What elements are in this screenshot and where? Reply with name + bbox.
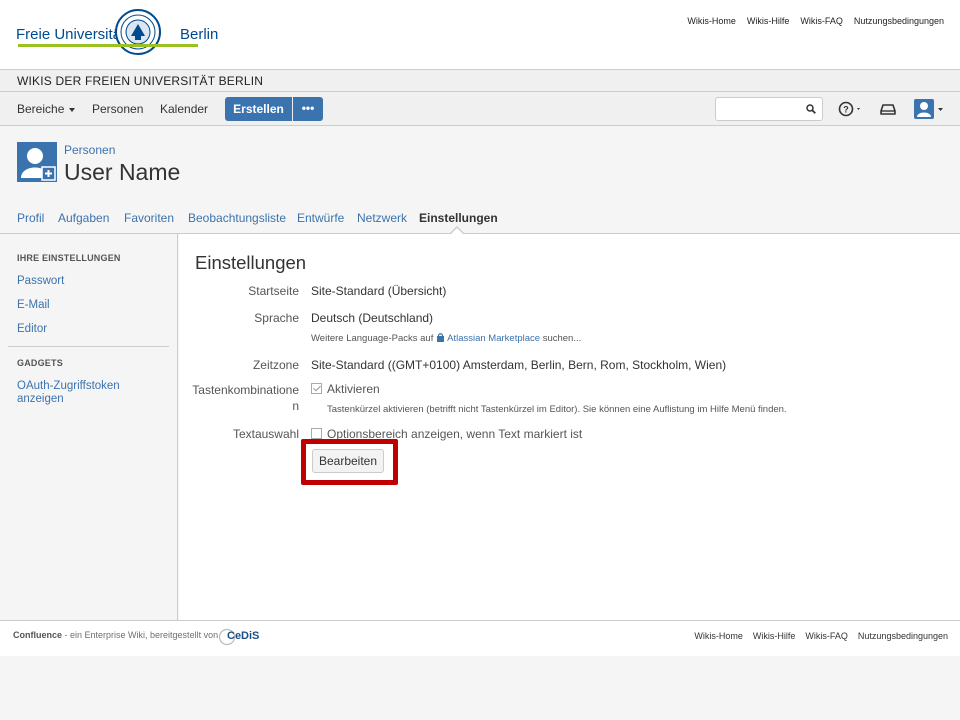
sidebar-heading-gadgets: GADGETS [17, 358, 63, 368]
footer-product: Confluence [13, 630, 63, 640]
nav-kalender[interactable]: Kalender [160, 102, 208, 116]
settings-sidebar: IHRE EINSTELLUNGEN Passwort E-Mail Edito… [0, 234, 178, 620]
sprache-hint-prefix: Weitere Language-Packs auf [311, 333, 434, 344]
tab-favoriten[interactable]: Favoriten [124, 211, 174, 225]
textauswahl-checkbox[interactable] [311, 428, 322, 439]
user-avatar-menu-icon[interactable] [913, 98, 945, 120]
tab-entwuerfe[interactable]: Entwürfe [297, 211, 344, 225]
search-box[interactable] [715, 97, 823, 121]
startseite-value: Site-Standard (Übersicht) [311, 284, 447, 298]
university-name-left: Freie Universität [16, 26, 126, 43]
sprache-label: Sprache [254, 311, 299, 325]
nav-bereiche-dropdown[interactable]: Bereiche [17, 102, 76, 116]
startseite-label: Startseite [248, 284, 299, 298]
tastenkombinationen-checkbox[interactable] [311, 383, 322, 394]
top-links: Wikis-Home Wikis-Hilfe Wikis-FAQ Nutzung… [687, 16, 944, 26]
footer-tagline: - ein Enterprise Wiki, bereitgestellt vo… [62, 630, 219, 640]
tastenkombinationen-field: Aktivieren [311, 382, 380, 396]
help-icon[interactable]: ? [838, 100, 864, 118]
create-button[interactable]: Erstellen [225, 97, 292, 121]
chevron-down-icon [69, 107, 76, 112]
settings-main: Einstellungen Startseite Site-Standard (… [179, 234, 960, 620]
university-header: Freie Universität Berlin Wikis-Home Wiki… [0, 0, 960, 70]
breadcrumb-personen[interactable]: Personen [64, 143, 115, 157]
sidebar-item-oauth-tokens[interactable]: OAuth-Zugriffstoken anzeigen [17, 380, 137, 406]
tastenkombinationen-label: Tastenkombinatione n [192, 382, 299, 414]
tastenkombinationen-hint: Tastenkürzel aktivieren (betrifft nicht … [327, 404, 787, 415]
tab-profil[interactable]: Profil [17, 211, 44, 225]
tab-netzwerk[interactable]: Netzwerk [357, 211, 407, 225]
sidebar-item-email[interactable]: E-Mail [17, 299, 167, 312]
svg-text:?: ? [843, 105, 849, 115]
nav-bereiche-label: Bereiche [17, 102, 65, 116]
tab-beobachtungsliste[interactable]: Beobachtungsliste [188, 211, 286, 225]
create-more-button[interactable]: ••• [293, 97, 323, 121]
sidebar-heading-settings: IHRE EINSTELLUNGEN [17, 253, 121, 263]
footer-link-wikis-faq[interactable]: Wikis-FAQ [805, 631, 848, 641]
tab-aufgaben[interactable]: Aufgaben [58, 211, 109, 225]
sidebar-item-passwort[interactable]: Passwort [17, 275, 167, 288]
marketplace-bag-icon [437, 333, 444, 342]
sidebar-divider [8, 346, 169, 347]
logo-underline [18, 44, 198, 47]
top-link-wikis-hilfe[interactable]: Wikis-Hilfe [747, 16, 790, 26]
cedis-logo[interactable]: CeDiS [218, 628, 264, 646]
edit-button[interactable]: Bearbeiten [312, 449, 384, 473]
nav-personen[interactable]: Personen [92, 102, 143, 116]
footer-credits: Confluence - ein Enterprise Wiki, bereit… [13, 630, 218, 640]
footer: Confluence - ein Enterprise Wiki, bereit… [0, 620, 960, 656]
sprache-hint-suffix: suchen... [542, 333, 582, 344]
zeitzone-value: Site-Standard ((GMT+0100) Amsterdam, Ber… [311, 358, 727, 372]
top-link-nutzungsbedingungen[interactable]: Nutzungsbedingungen [854, 16, 944, 26]
tab-einstellungen[interactable]: Einstellungen [419, 211, 498, 225]
tastenkombinationen-value: Aktivieren [327, 382, 380, 396]
university-logo[interactable]: Freie Universität Berlin [16, 8, 218, 64]
sprache-hint: Weitere Language-Packs auf Atlassian Mar… [311, 332, 581, 344]
zeitzone-label: Zeitzone [252, 358, 299, 372]
tastenkombinationen-label-line2: n [292, 399, 299, 413]
footer-links: Wikis-Home Wikis-Hilfe Wikis-FAQ Nutzung… [694, 631, 948, 641]
top-link-wikis-faq[interactable]: Wikis-FAQ [800, 16, 843, 26]
footer-link-wikis-hilfe[interactable]: Wikis-Hilfe [753, 631, 796, 641]
cedis-logo-text: CeDiS [227, 630, 260, 642]
page-header: Personen User Name [0, 126, 960, 202]
search-input[interactable] [720, 99, 806, 119]
sidebar-item-editor[interactable]: Editor [17, 323, 167, 336]
page-title: User Name [64, 159, 181, 185]
profile-tabs: Profil Aufgaben Favoriten Beobachtungsli… [0, 202, 960, 234]
settings-title: Einstellungen [195, 252, 307, 273]
university-seal-icon [115, 9, 161, 55]
search-icon[interactable] [806, 104, 816, 114]
profile-avatar-icon[interactable] [17, 142, 57, 182]
sprache-value: Deutsch (Deutschland) [311, 311, 434, 325]
site-title[interactable]: WIKIS DER FREIEN UNIVERSITÄT BERLIN [0, 70, 960, 92]
university-name-right: Berlin [180, 26, 219, 43]
inbox-icon[interactable] [879, 101, 897, 117]
tastenkombinationen-label-line1: Tastenkombinatione [192, 383, 299, 397]
footer-link-wikis-home[interactable]: Wikis-Home [694, 631, 743, 641]
page-bottom-area [0, 656, 960, 720]
atlassian-marketplace-link[interactable]: Atlassian Marketplace [447, 333, 540, 344]
textauswahl-label: Textauswahl [232, 427, 299, 441]
footer-link-nutzungsbedingungen[interactable]: Nutzungsbedingungen [858, 631, 948, 641]
top-link-wikis-home[interactable]: Wikis-Home [687, 16, 736, 26]
